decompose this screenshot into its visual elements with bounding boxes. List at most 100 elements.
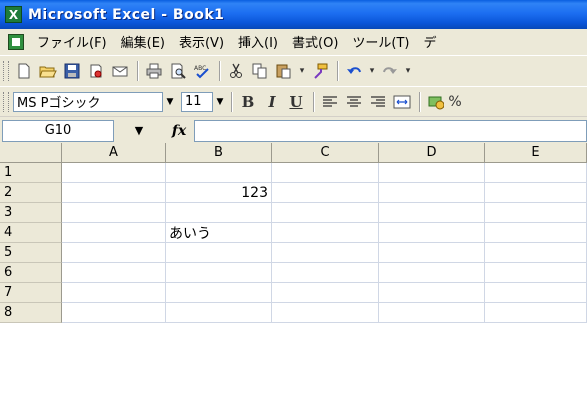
- new-icon[interactable]: [13, 60, 35, 82]
- print-preview-icon[interactable]: [167, 60, 189, 82]
- cell-d7[interactable]: [379, 283, 485, 303]
- cell-c7[interactable]: [272, 283, 379, 303]
- menu-insert[interactable]: 挿入(I): [231, 32, 285, 51]
- name-box-dropdown-icon[interactable]: ▼: [114, 120, 164, 142]
- menu-tools[interactable]: ツール(T): [345, 32, 416, 51]
- column-header-a[interactable]: A: [62, 143, 166, 163]
- cell-c8[interactable]: [272, 303, 379, 323]
- print-icon[interactable]: [143, 60, 165, 82]
- excel-icon[interactable]: X: [5, 6, 22, 23]
- cell-a6[interactable]: [62, 263, 166, 283]
- formula-input[interactable]: [194, 119, 587, 142]
- cell-a7[interactable]: [62, 283, 166, 303]
- bold-button[interactable]: B: [237, 91, 259, 113]
- cell-c3[interactable]: [272, 203, 379, 223]
- save-icon[interactable]: [61, 60, 83, 82]
- font-name-dropdown-icon[interactable]: ▼: [163, 92, 177, 112]
- format-painter-icon[interactable]: [309, 60, 331, 82]
- title-bar[interactable]: X Microsoft Excel - Book1: [0, 0, 587, 29]
- font-size-select[interactable]: 11: [181, 91, 213, 112]
- cell-b3[interactable]: [166, 203, 272, 223]
- cell-d8[interactable]: [379, 303, 485, 323]
- cell-e4[interactable]: [485, 223, 587, 243]
- row-header-2[interactable]: 2: [0, 183, 62, 203]
- undo-dropdown-icon[interactable]: ▾: [367, 60, 377, 82]
- cell-c5[interactable]: [272, 243, 379, 263]
- row-header-3[interactable]: 3: [0, 203, 62, 223]
- redo-dropdown-icon[interactable]: ▾: [403, 60, 413, 82]
- merge-center-icon[interactable]: [391, 91, 413, 113]
- menu-file[interactable]: ファイル(F): [30, 32, 114, 51]
- menu-format[interactable]: 書式(O): [285, 32, 345, 51]
- cell-d5[interactable]: [379, 243, 485, 263]
- cell-e6[interactable]: [485, 263, 587, 283]
- cell-e2[interactable]: [485, 183, 587, 203]
- name-box[interactable]: G10: [2, 119, 114, 142]
- spelling-icon[interactable]: ABC: [191, 60, 213, 82]
- align-right-icon[interactable]: [367, 91, 389, 113]
- row-header-7[interactable]: 7: [0, 283, 62, 303]
- cell-e1[interactable]: [485, 163, 587, 183]
- percent-style-icon[interactable]: %: [448, 91, 461, 113]
- font-name-select[interactable]: MS Pゴシック: [13, 91, 163, 112]
- cell-a1[interactable]: [62, 163, 166, 183]
- paste-dropdown-icon[interactable]: ▾: [297, 60, 307, 82]
- cell-a4[interactable]: [62, 223, 166, 243]
- copy-icon[interactable]: [249, 60, 271, 82]
- cell-b7[interactable]: [166, 283, 272, 303]
- menu-data[interactable]: デ: [417, 32, 444, 51]
- cell-c2[interactable]: [272, 183, 379, 203]
- cell-a3[interactable]: [62, 203, 166, 223]
- cell-d2[interactable]: [379, 183, 485, 203]
- italic-button[interactable]: I: [261, 91, 283, 113]
- insert-function-icon[interactable]: fx: [164, 123, 194, 139]
- cell-d6[interactable]: [379, 263, 485, 283]
- align-center-icon[interactable]: [343, 91, 365, 113]
- cell-c6[interactable]: [272, 263, 379, 283]
- currency-style-icon[interactable]: [425, 91, 447, 113]
- cell-c1[interactable]: [272, 163, 379, 183]
- row-header-8[interactable]: 8: [0, 303, 62, 323]
- cell-e8[interactable]: [485, 303, 587, 323]
- cell-d4[interactable]: [379, 223, 485, 243]
- column-header-e[interactable]: E: [485, 143, 587, 163]
- select-all-corner[interactable]: [0, 143, 62, 163]
- row-header-1[interactable]: 1: [0, 163, 62, 183]
- cell-a2[interactable]: [62, 183, 166, 203]
- cell-a5[interactable]: [62, 243, 166, 263]
- row-header-4[interactable]: 4: [0, 223, 62, 243]
- cell-e3[interactable]: [485, 203, 587, 223]
- toolbar-grip[interactable]: [3, 60, 9, 81]
- column-header-b[interactable]: B: [166, 143, 272, 163]
- undo-icon[interactable]: [343, 60, 365, 82]
- workbook-icon[interactable]: [8, 33, 24, 50]
- menu-edit[interactable]: 編集(E): [114, 32, 172, 51]
- cell-b2[interactable]: 123: [166, 183, 272, 203]
- cell-b1[interactable]: [166, 163, 272, 183]
- permission-icon[interactable]: [85, 60, 107, 82]
- cell-a8[interactable]: [62, 303, 166, 323]
- toolbar-grip[interactable]: [3, 91, 9, 112]
- cell-b6[interactable]: [166, 263, 272, 283]
- font-size-dropdown-icon[interactable]: ▼: [213, 92, 227, 112]
- row-header-6[interactable]: 6: [0, 263, 62, 283]
- column-header-c[interactable]: C: [272, 143, 379, 163]
- column-header-d[interactable]: D: [379, 143, 485, 163]
- paste-icon[interactable]: [273, 60, 295, 82]
- row-header-5[interactable]: 5: [0, 243, 62, 263]
- email-icon[interactable]: [109, 60, 131, 82]
- cell-b8[interactable]: [166, 303, 272, 323]
- align-left-icon[interactable]: [319, 91, 341, 113]
- cell-c4[interactable]: [272, 223, 379, 243]
- cell-e7[interactable]: [485, 283, 587, 303]
- cut-icon[interactable]: [225, 60, 247, 82]
- open-icon[interactable]: [37, 60, 59, 82]
- cell-d1[interactable]: [379, 163, 485, 183]
- menu-view[interactable]: 表示(V): [172, 32, 231, 51]
- cell-d3[interactable]: [379, 203, 485, 223]
- redo-icon[interactable]: [379, 60, 401, 82]
- cell-e5[interactable]: [485, 243, 587, 263]
- cell-b4[interactable]: あいう: [166, 223, 272, 243]
- underline-button[interactable]: U: [285, 91, 307, 113]
- cell-b5[interactable]: [166, 243, 272, 263]
